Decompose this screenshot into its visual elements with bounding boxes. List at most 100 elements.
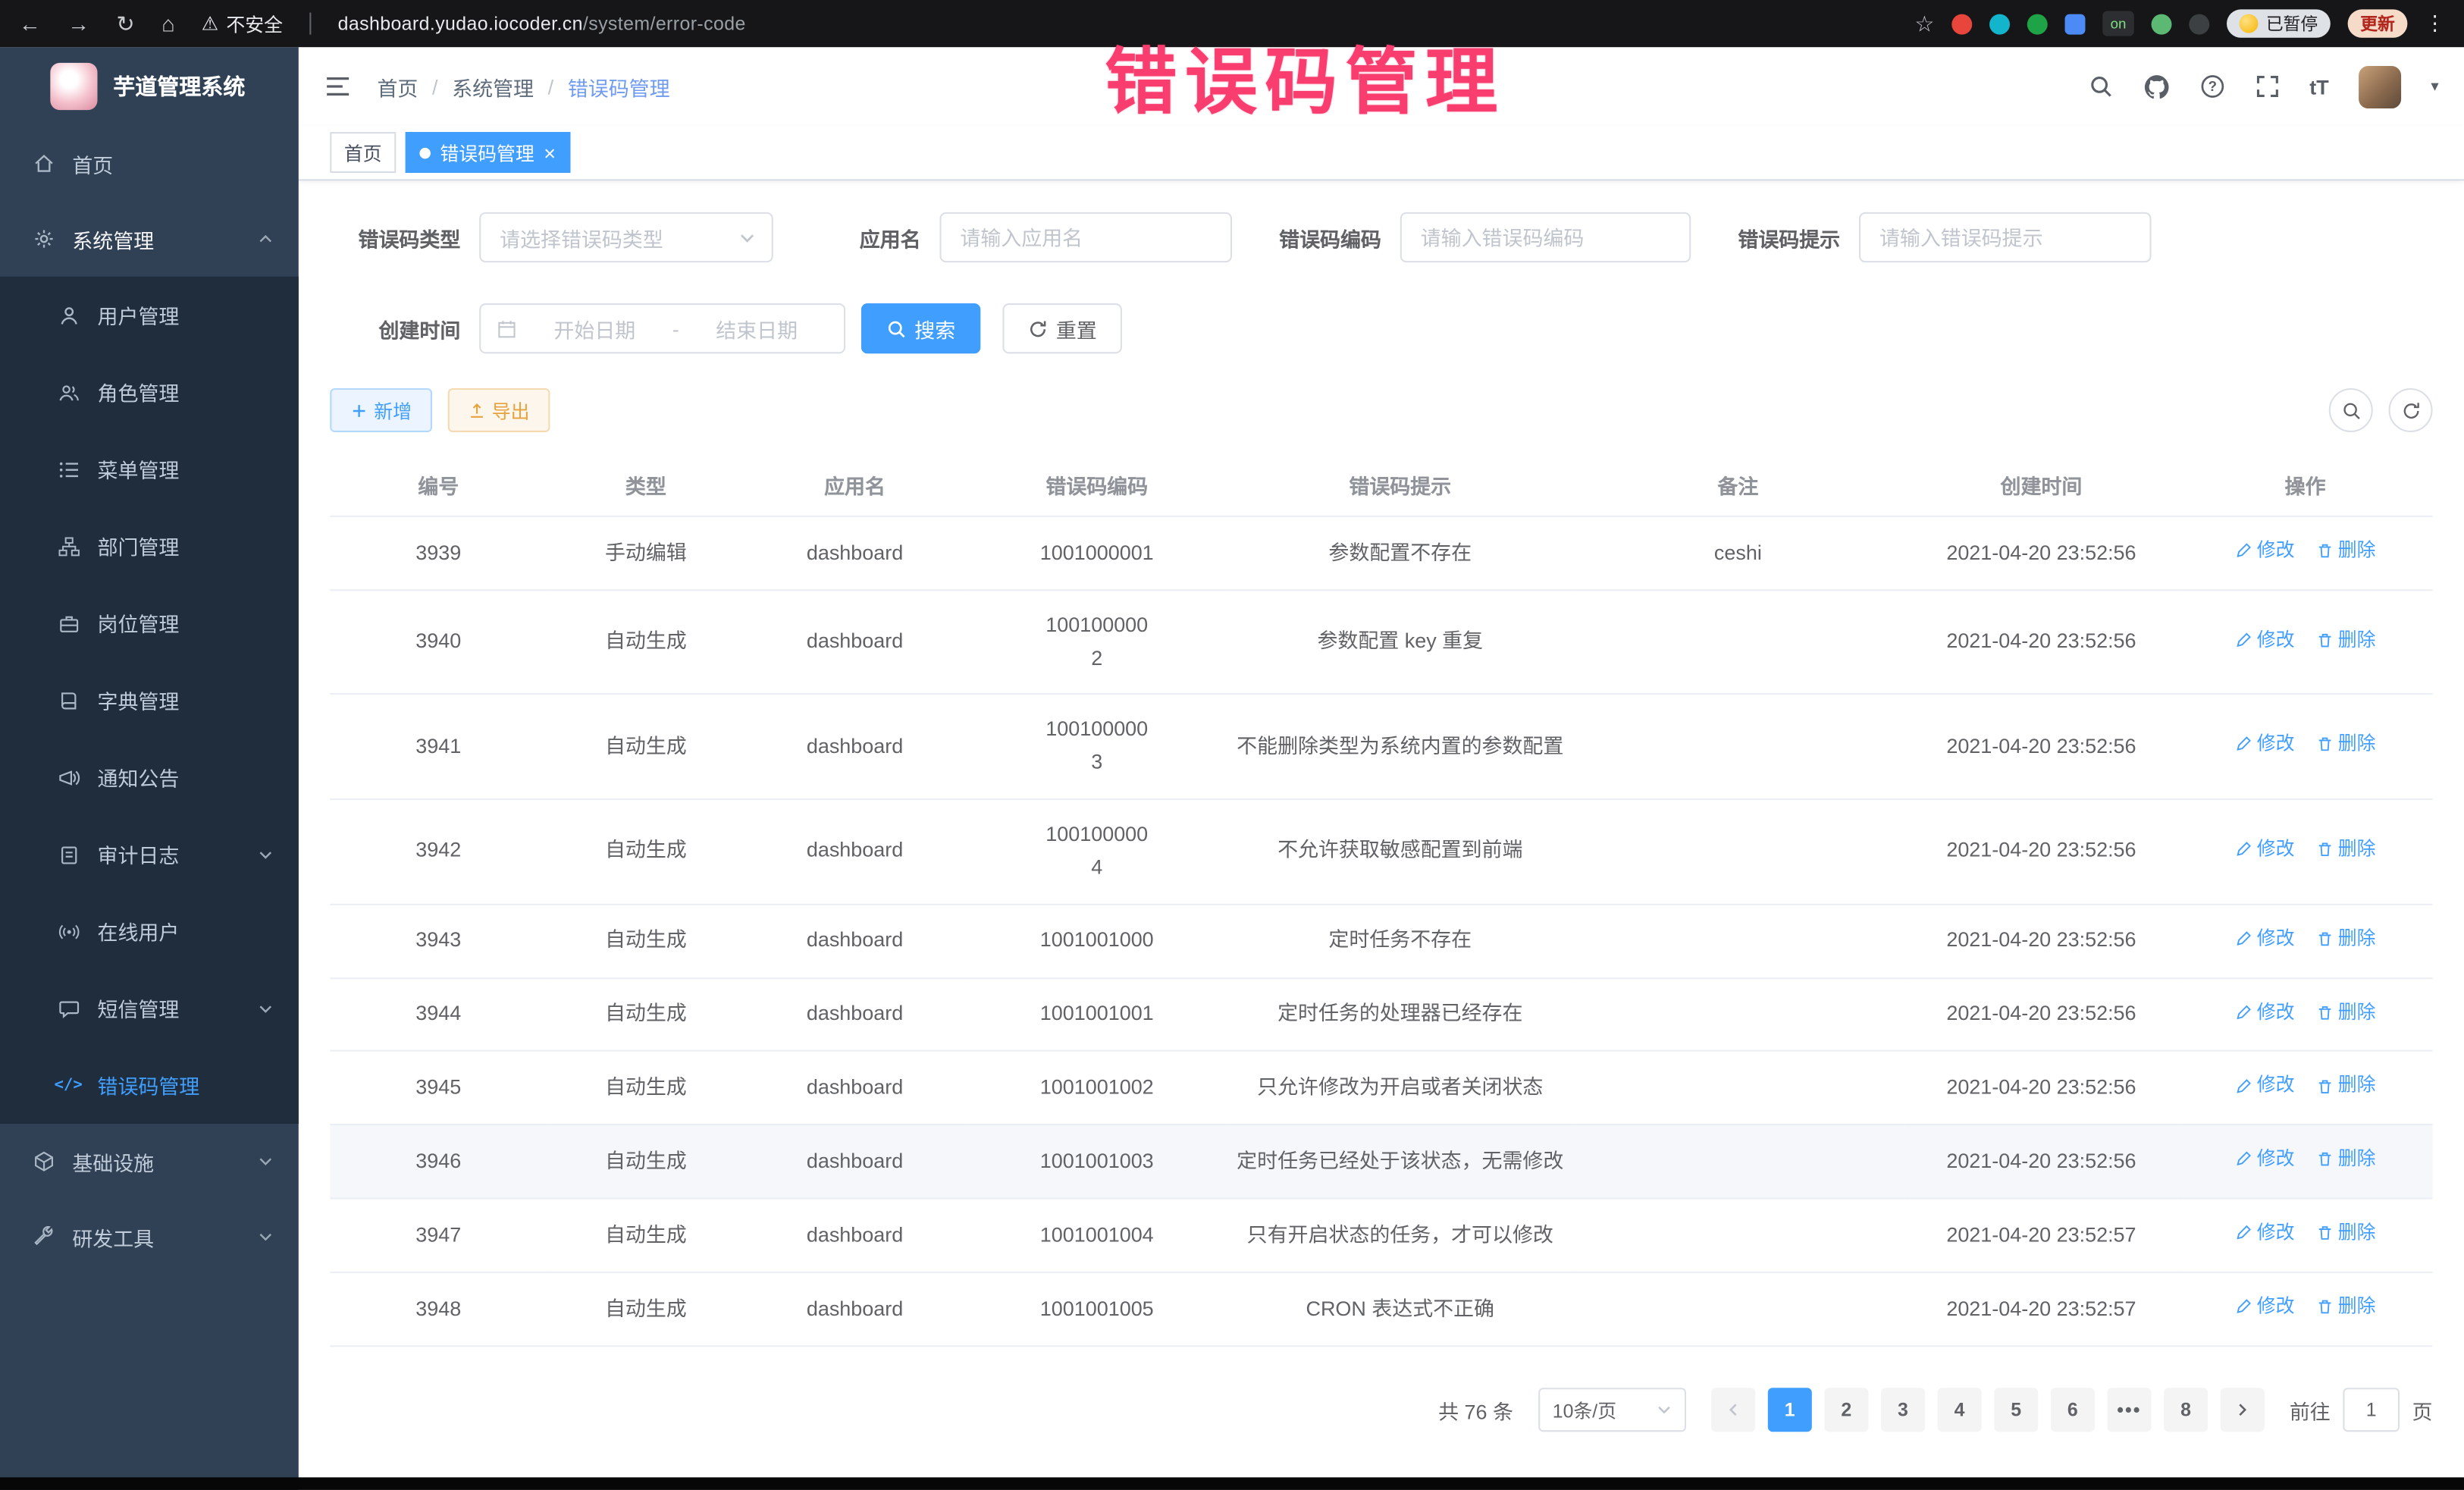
- prev-page-button[interactable]: [1711, 1388, 1755, 1432]
- delete-link-label: 删除: [2338, 729, 2376, 760]
- delete-link[interactable]: 删除: [2316, 536, 2376, 566]
- export-button[interactable]: 导出: [448, 388, 550, 432]
- extension-on-badge[interactable]: on: [2102, 11, 2133, 36]
- next-page-button[interactable]: [2221, 1388, 2265, 1432]
- edit-link[interactable]: 修改: [2235, 1145, 2295, 1175]
- reload-button[interactable]: ↻: [116, 13, 134, 35]
- sidebar-item-role-management[interactable]: 角色管理: [0, 353, 299, 431]
- page-size-select[interactable]: 10条/页: [1538, 1388, 1686, 1432]
- edit-link[interactable]: 修改: [2235, 625, 2295, 655]
- edit-link[interactable]: 修改: [2235, 834, 2295, 864]
- delete-link[interactable]: 删除: [2316, 1145, 2376, 1175]
- sidebar-item-post-management[interactable]: 岗位管理: [0, 585, 299, 662]
- breadcrumb-home[interactable]: 首页: [377, 71, 418, 101]
- sidebar-item-error-code[interactable]: </> 错误码管理: [0, 1046, 299, 1124]
- sidebar-item-dev-tools[interactable]: 研发工具: [0, 1199, 299, 1274]
- trash-icon: [2316, 542, 2334, 560]
- edit-link[interactable]: 修改: [2235, 997, 2295, 1027]
- edit-link-label: 修改: [2257, 625, 2295, 655]
- edit-link[interactable]: 修改: [2235, 1219, 2295, 1249]
- extension-icon-blue[interactable]: [2064, 14, 2085, 34]
- refresh-table-button[interactable]: [2389, 388, 2433, 432]
- sidebar-item-system-management[interactable]: 系统管理: [0, 201, 299, 276]
- sidebar-item-user-management[interactable]: 用户管理: [0, 277, 299, 354]
- github-icon[interactable]: [2143, 73, 2170, 99]
- address-bar[interactable]: dashboard.yudao.iocoder.cn/system/error-…: [338, 13, 746, 35]
- hamburger-menu-icon[interactable]: [324, 72, 352, 100]
- delete-link[interactable]: 删除: [2316, 1219, 2376, 1249]
- edit-link[interactable]: 修改: [2235, 1292, 2295, 1322]
- page-button-3[interactable]: 3: [1881, 1388, 1925, 1432]
- table-row: 3939 手动编辑 dashboard 1001000001 参数配置不存在 c…: [330, 516, 2432, 590]
- forward-button[interactable]: →: [67, 13, 89, 35]
- extension-icon-leaf[interactable]: [2152, 14, 2172, 34]
- chevron-down-icon: [258, 846, 274, 862]
- page-button-8[interactable]: 8: [2164, 1388, 2208, 1432]
- edit-link[interactable]: 修改: [2235, 536, 2295, 566]
- edit-link[interactable]: 修改: [2235, 924, 2295, 954]
- delete-link[interactable]: 删除: [2316, 834, 2376, 864]
- delete-link[interactable]: 删除: [2316, 997, 2376, 1027]
- home-button[interactable]: ⌂: [161, 13, 175, 35]
- close-icon[interactable]: ×: [544, 143, 556, 163]
- error-hint-input[interactable]: [1859, 212, 2152, 262]
- edit-link[interactable]: 修改: [2235, 1071, 2295, 1101]
- sidebar-item-dept-management[interactable]: 部门管理: [0, 507, 299, 585]
- avatar-caret-icon[interactable]: ▾: [2431, 78, 2438, 96]
- goto-page-input[interactable]: [2343, 1388, 2400, 1432]
- breadcrumb-system[interactable]: 系统管理: [452, 71, 534, 101]
- sync-paused-badge[interactable]: 已暂停: [2227, 9, 2331, 37]
- page-more-button[interactable]: •••: [2107, 1388, 2151, 1432]
- font-size-icon[interactable]: tT: [2309, 74, 2328, 98]
- user-avatar[interactable]: [2359, 65, 2401, 108]
- sidebar-item-online-users[interactable]: 在线用户: [0, 892, 299, 970]
- extension-icon-teal[interactable]: [1989, 14, 2010, 34]
- create-time-range-picker[interactable]: 开始日期 - 结束日期: [479, 303, 845, 353]
- page-content: 错误码类型 请选择错误码类型 应用名 错误码编码 错误码提示 创建时间 开始日期: [299, 180, 2464, 1463]
- search-button[interactable]: 搜索: [861, 303, 981, 353]
- delete-link[interactable]: 删除: [2316, 625, 2376, 655]
- page-button-2[interactable]: 2: [1824, 1388, 1868, 1432]
- sidebar-item-menu-management[interactable]: 菜单管理: [0, 431, 299, 508]
- extension-icon-green[interactable]: [2027, 14, 2048, 34]
- edit-link[interactable]: 修改: [2235, 729, 2295, 760]
- extension-icon-red[interactable]: [1951, 14, 1972, 34]
- site-security-indicator[interactable]: ⚠ 不安全: [202, 10, 283, 36]
- page-button-1[interactable]: 1: [1768, 1388, 1812, 1432]
- error-type-select[interactable]: 请选择错误码类型: [479, 212, 773, 262]
- error-code-input[interactable]: [1400, 212, 1691, 262]
- sidebar-item-notice[interactable]: 通知公告: [0, 739, 299, 816]
- extensions-pin-icon[interactable]: [2189, 14, 2209, 34]
- sidebar-item-infrastructure[interactable]: 基础设施: [0, 1124, 299, 1199]
- browser-update-button[interactable]: 更新: [2348, 9, 2408, 37]
- delete-link[interactable]: 删除: [2316, 1071, 2376, 1101]
- cell-actions: 修改 删除: [2178, 1052, 2433, 1125]
- page-button-6[interactable]: 6: [2051, 1388, 2095, 1432]
- fullscreen-icon[interactable]: [2255, 74, 2280, 99]
- cell-time: 2021-04-20 23:52:57: [1904, 1272, 2178, 1346]
- app-name-input[interactable]: [939, 212, 1232, 262]
- delete-link[interactable]: 删除: [2316, 1292, 2376, 1322]
- page-button-4[interactable]: 4: [1938, 1388, 1982, 1432]
- toggle-search-button[interactable]: [2329, 388, 2373, 432]
- back-button[interactable]: ←: [19, 13, 41, 35]
- tag-home[interactable]: 首页: [330, 132, 396, 173]
- delete-link[interactable]: 删除: [2316, 924, 2376, 954]
- page-size-value: 10条/页: [1553, 1397, 1616, 1423]
- cell-app: dashboard: [745, 1052, 964, 1125]
- bookmark-star-icon[interactable]: ☆: [1914, 13, 1934, 35]
- megaphone-icon: [57, 766, 80, 788]
- chrome-menu-icon[interactable]: ⋮: [2425, 11, 2445, 36]
- page-button-5[interactable]: 5: [1994, 1388, 2038, 1432]
- tag-error-code[interactable]: 错误码管理 ×: [406, 132, 570, 173]
- sidebar-item-audit-log[interactable]: 审计日志: [0, 816, 299, 893]
- reset-button[interactable]: 重置: [1002, 303, 1122, 353]
- sidebar-item-sms-management[interactable]: 短信管理: [0, 970, 299, 1047]
- app-logo[interactable]: 芋道管理系统: [0, 47, 299, 126]
- search-icon[interactable]: [2088, 74, 2113, 99]
- sidebar-item-home[interactable]: 首页: [0, 126, 299, 201]
- add-button[interactable]: 新增: [330, 388, 432, 432]
- sidebar-item-dict-management[interactable]: 字典管理: [0, 662, 299, 739]
- delete-link[interactable]: 删除: [2316, 729, 2376, 760]
- help-icon[interactable]: ?: [2199, 74, 2224, 99]
